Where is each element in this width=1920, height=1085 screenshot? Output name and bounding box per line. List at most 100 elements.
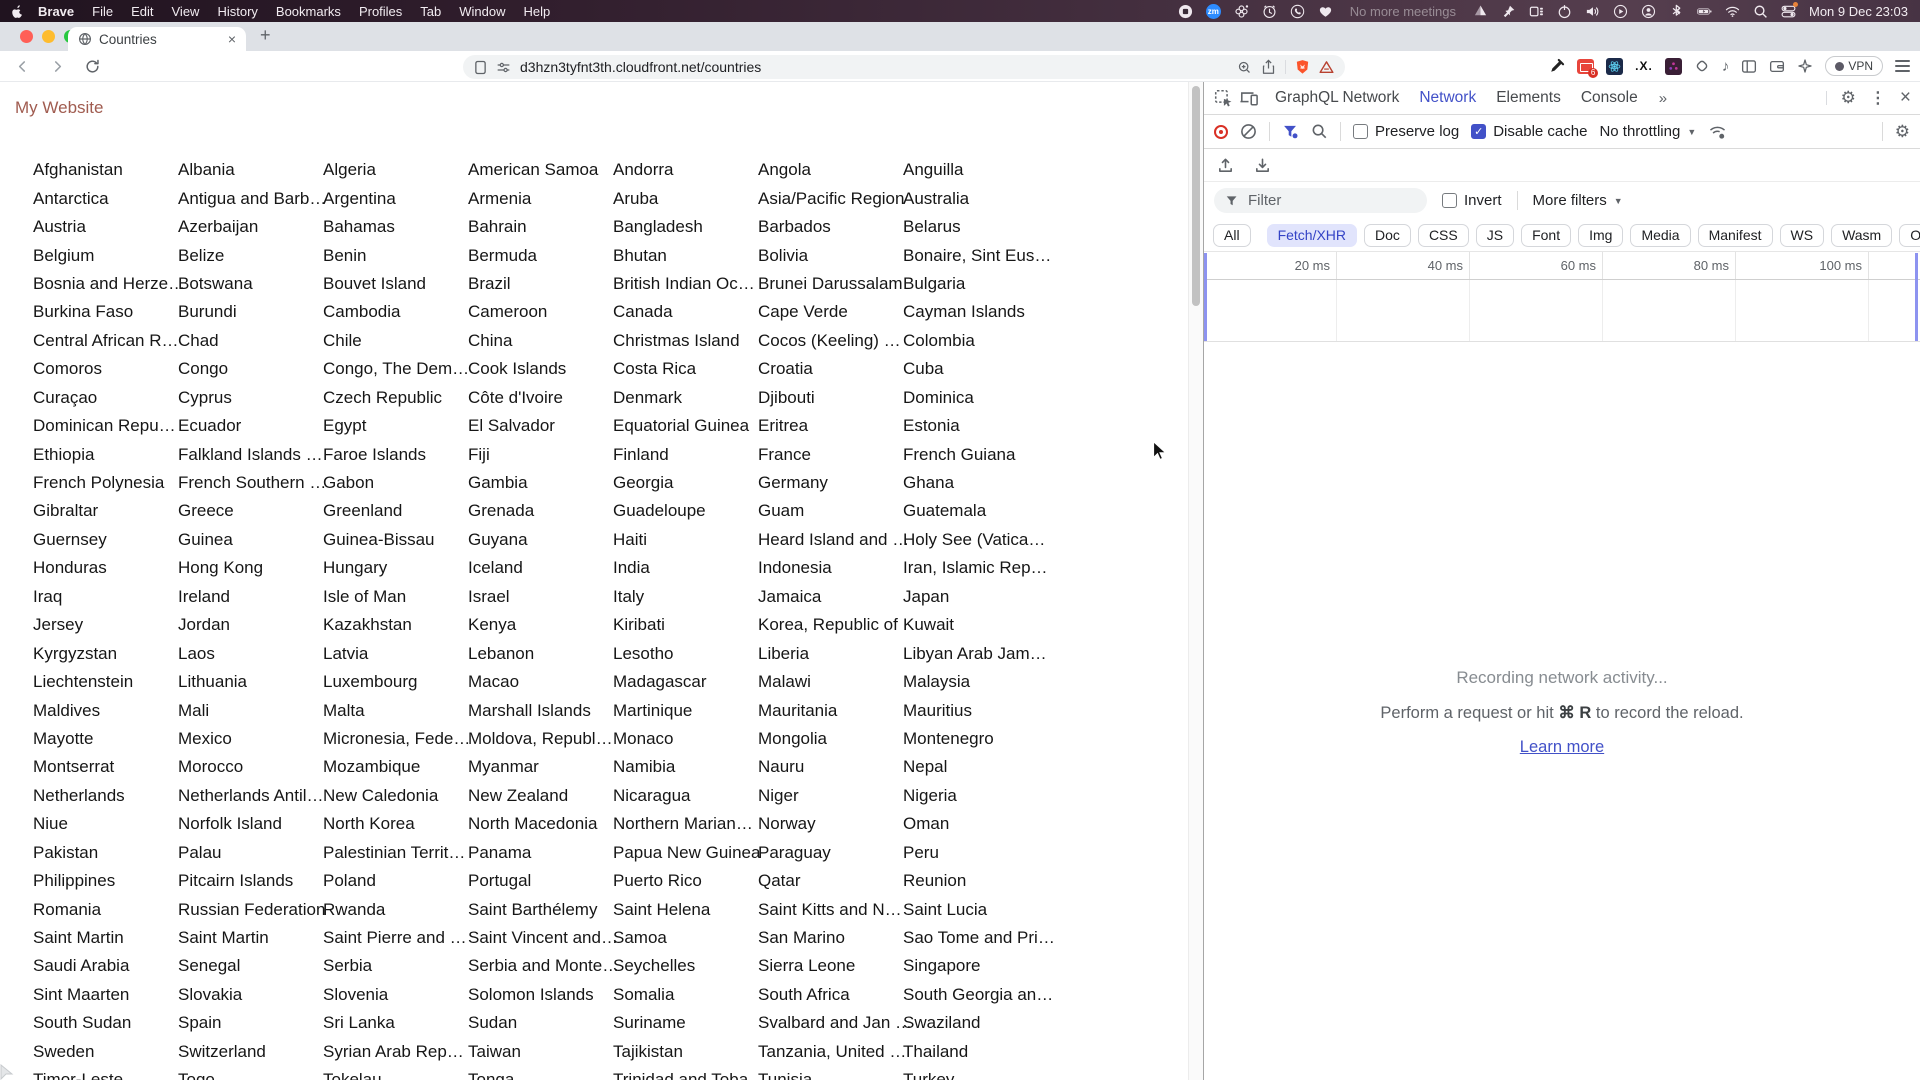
meetings-status-text[interactable]: No more meetings bbox=[1346, 4, 1460, 19]
viber-icon[interactable] bbox=[1290, 4, 1305, 19]
menu-view[interactable]: View bbox=[163, 4, 209, 19]
brave-shield-icon[interactable] bbox=[1295, 59, 1310, 75]
forward-button[interactable] bbox=[49, 58, 66, 75]
address-bar[interactable]: d3hzn3tyfnt3th.cloudfront.net/countries bbox=[463, 55, 1345, 79]
zoom-in-icon[interactable] bbox=[1237, 60, 1252, 75]
shush-icon[interactable] bbox=[1178, 4, 1193, 19]
shortcuts-icon[interactable] bbox=[1234, 4, 1249, 19]
chip-doc[interactable]: Doc bbox=[1364, 224, 1411, 247]
shape-extension-icon[interactable] bbox=[1694, 58, 1710, 74]
preserve-log-toggle[interactable]: Preserve log bbox=[1353, 123, 1459, 140]
power-icon[interactable] bbox=[1557, 4, 1572, 19]
origami-icon[interactable] bbox=[1473, 4, 1488, 19]
timeline-ruler[interactable]: 20 ms40 ms60 ms80 ms100 ms bbox=[1204, 252, 1920, 280]
zoom-app-icon[interactable]: zm bbox=[1206, 4, 1221, 19]
browser-menu-icon[interactable] bbox=[1895, 60, 1910, 72]
menu-edit[interactable]: Edit bbox=[122, 4, 162, 19]
url-text[interactable]: d3hzn3tyfnt3th.cloudfront.net/countries bbox=[520, 59, 761, 75]
search-icon[interactable] bbox=[1753, 4, 1768, 19]
learn-more-link[interactable]: Learn more bbox=[1520, 738, 1604, 757]
chip-other[interactable]: Other bbox=[1899, 224, 1920, 247]
apple-menu-icon[interactable] bbox=[12, 4, 25, 19]
menubar-clock[interactable]: Mon 9 Dec 23:03 bbox=[1809, 4, 1908, 19]
x-app-icon[interactable]: .X. bbox=[1635, 59, 1653, 73]
menu-brave[interactable]: Brave bbox=[29, 4, 83, 19]
chip-font[interactable]: Font bbox=[1521, 224, 1571, 247]
network-conditions-icon[interactable] bbox=[1708, 124, 1727, 140]
tab-close-icon[interactable]: × bbox=[228, 32, 236, 46]
music-extension-icon[interactable]: ♪ bbox=[1722, 58, 1730, 75]
share-icon[interactable] bbox=[1261, 59, 1276, 75]
more-filters-dropdown[interactable]: More filters ▼ bbox=[1533, 192, 1623, 209]
invert-checkbox[interactable] bbox=[1442, 193, 1457, 208]
new-tab-button[interactable]: + bbox=[260, 25, 271, 46]
control-center-icon[interactable] bbox=[1781, 4, 1796, 19]
scrollbar-thumb[interactable] bbox=[1192, 86, 1200, 306]
menu-help[interactable]: Help bbox=[515, 4, 560, 19]
clear-icon[interactable] bbox=[1240, 123, 1257, 140]
chip-manifest[interactable]: Manifest bbox=[1698, 224, 1773, 247]
menu-profiles[interactable]: Profiles bbox=[350, 4, 411, 19]
wallet-icon[interactable] bbox=[1769, 59, 1785, 74]
record-stop-icon[interactable] bbox=[1214, 125, 1228, 139]
play-icon[interactable] bbox=[1613, 4, 1628, 19]
back-button[interactable] bbox=[14, 58, 31, 75]
chip-media[interactable]: Media bbox=[1630, 224, 1690, 247]
filter-icon[interactable] bbox=[1282, 123, 1299, 140]
devtools-tab-elements[interactable]: Elements bbox=[1486, 89, 1571, 107]
devtools-kebab-icon[interactable]: ⋮ bbox=[1870, 88, 1886, 108]
clock-icon[interactable] bbox=[1262, 4, 1277, 19]
disable-cache-toggle[interactable]: ✓ Disable cache bbox=[1471, 123, 1587, 140]
theme-extension-icon[interactable] bbox=[1665, 58, 1682, 75]
more-tabs-icon[interactable]: » bbox=[1654, 90, 1672, 107]
close-window-button[interactable] bbox=[20, 30, 33, 43]
devtools-tab-console[interactable]: Console bbox=[1571, 89, 1648, 107]
color-picker-icon[interactable] bbox=[1549, 58, 1565, 74]
user-icon[interactable] bbox=[1641, 4, 1656, 19]
devtools-tab-network[interactable]: Network bbox=[1409, 89, 1486, 107]
device-toolbar-icon[interactable] bbox=[1239, 89, 1259, 107]
menu-bookmarks[interactable]: Bookmarks bbox=[267, 4, 350, 19]
chip-img[interactable]: Img bbox=[1578, 224, 1623, 247]
menu-tab[interactable]: Tab bbox=[411, 4, 450, 19]
page-scrollbar[interactable] bbox=[1188, 82, 1203, 1080]
inspect-element-icon[interactable] bbox=[1213, 88, 1233, 108]
vpn-button[interactable]: VPN bbox=[1825, 56, 1883, 76]
browser-tab-countries[interactable]: Countries × bbox=[68, 27, 246, 51]
chip-wasm[interactable]: Wasm bbox=[1831, 224, 1892, 247]
battery-icon[interactable] bbox=[1697, 4, 1712, 19]
throttling-dropdown[interactable]: No throttling ▼ bbox=[1599, 123, 1696, 140]
timeline-right-handle[interactable] bbox=[1915, 253, 1918, 341]
chip-ws[interactable]: WS bbox=[1780, 224, 1825, 247]
invert-toggle[interactable]: Invert bbox=[1442, 192, 1502, 209]
chip-all[interactable]: All bbox=[1213, 224, 1251, 247]
volume-icon[interactable] bbox=[1585, 4, 1600, 19]
warning-triangle-icon[interactable] bbox=[1319, 60, 1334, 74]
wifi-icon[interactable] bbox=[1725, 4, 1740, 19]
search-icon[interactable] bbox=[1311, 123, 1328, 140]
network-settings-icon[interactable]: ⚙ bbox=[1895, 122, 1910, 142]
chip-css[interactable]: CSS bbox=[1418, 224, 1469, 247]
menu-window[interactable]: Window bbox=[450, 4, 514, 19]
stage-manager-icon[interactable] bbox=[1529, 4, 1544, 19]
sidebar-toggle-icon[interactable] bbox=[1741, 59, 1757, 74]
import-har-icon[interactable] bbox=[1217, 157, 1234, 174]
chip-js[interactable]: JS bbox=[1476, 224, 1514, 247]
pin-icon[interactable] bbox=[1501, 4, 1516, 19]
export-har-icon[interactable] bbox=[1254, 157, 1271, 174]
disable-cache-checkbox[interactable]: ✓ bbox=[1471, 124, 1486, 139]
bluetooth-icon[interactable] bbox=[1669, 4, 1684, 19]
site-settings-icon[interactable] bbox=[496, 60, 511, 75]
devtools-close-icon[interactable]: × bbox=[1900, 87, 1911, 109]
spark-icon[interactable] bbox=[1797, 58, 1813, 74]
preserve-log-checkbox[interactable] bbox=[1353, 124, 1368, 139]
timeline-overview[interactable] bbox=[1204, 280, 1920, 342]
heart-icon[interactable] bbox=[1318, 4, 1333, 19]
filter-input[interactable]: Filter bbox=[1214, 188, 1427, 213]
devtools-tab-graphql-network[interactable]: GraphQL Network bbox=[1265, 89, 1409, 107]
devtools-settings-icon[interactable]: ⚙ bbox=[1841, 88, 1856, 108]
chip-fetch-xhr[interactable]: Fetch/XHR bbox=[1267, 224, 1357, 247]
timeline-left-handle[interactable] bbox=[1204, 253, 1207, 341]
mail-extension-icon[interactable]: 6 bbox=[1577, 59, 1594, 74]
reload-button[interactable] bbox=[84, 58, 101, 75]
